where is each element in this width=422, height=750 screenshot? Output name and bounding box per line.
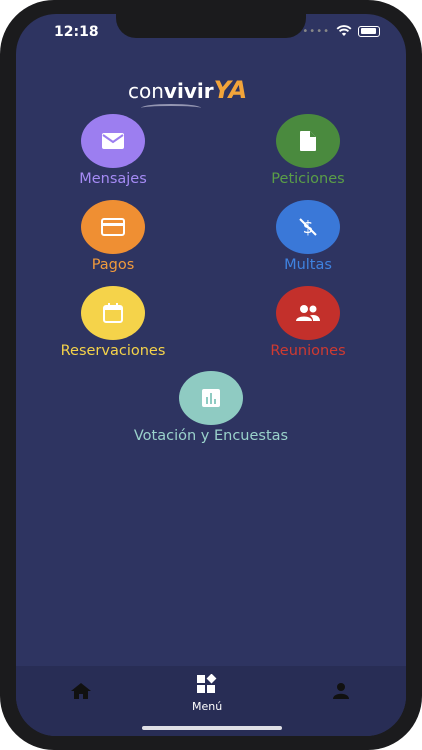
menu-item-multas[interactable]: $ Multas (233, 200, 383, 273)
home-icon (71, 683, 91, 699)
poll-icon (202, 389, 220, 407)
menu-item-peticiones[interactable]: Peticiones (233, 114, 383, 187)
votacion-label: Votación y Encuestas (133, 428, 289, 444)
app-screen: 12:18 •••• convivirYA Mensajes Peticione… (16, 14, 406, 736)
menu-item-reservaciones[interactable]: Reservaciones (38, 286, 188, 359)
menu-item-mensajes[interactable]: Mensajes (38, 114, 188, 187)
logo-text-vivir: vivir (163, 79, 214, 103)
multas-button[interactable]: $ (276, 200, 340, 254)
logo-text-con: con (128, 79, 164, 103)
document-icon (300, 131, 316, 151)
credit-card-icon (101, 218, 125, 236)
menu-item-votacion[interactable]: Votación y Encuestas (120, 371, 302, 444)
mensajes-label: Mensajes (79, 171, 147, 187)
mensajes-button[interactable] (81, 114, 145, 168)
logo-swoosh (141, 104, 201, 112)
pagos-label: Pagos (91, 257, 135, 273)
money-off-icon: $ (299, 218, 317, 238)
wifi-icon (336, 25, 352, 36)
peticiones-label: Peticiones (271, 171, 345, 187)
tab-profile[interactable] (332, 682, 350, 704)
people-icon (296, 305, 320, 321)
multas-label: Multas (284, 257, 332, 273)
home-indicator (142, 726, 282, 730)
menu-item-reuniones[interactable]: Reuniones (233, 286, 383, 359)
menu-item-pagos[interactable]: Pagos (38, 200, 188, 273)
pagos-button[interactable] (81, 200, 145, 254)
logo-text-ya: YA (213, 76, 248, 104)
tab-menu[interactable]: Menú (192, 673, 223, 713)
tab-menu-label: Menú (192, 700, 223, 713)
dashboard-icon (197, 673, 217, 693)
reuniones-button[interactable] (276, 286, 340, 340)
person-icon (333, 683, 349, 699)
status-time: 12:18 (54, 24, 99, 40)
device-notch (116, 14, 306, 38)
reservaciones-button[interactable] (81, 286, 145, 340)
phone-frame: 12:18 •••• convivirYA Mensajes Peticione… (0, 0, 422, 750)
tab-home[interactable] (70, 682, 92, 704)
calendar-icon (103, 303, 123, 323)
battery-icon (358, 25, 380, 37)
votacion-button[interactable] (179, 371, 243, 425)
peticiones-button[interactable] (276, 114, 340, 168)
mail-icon (102, 133, 124, 149)
status-icons: •••• (302, 25, 380, 37)
reuniones-label: Reuniones (270, 343, 346, 359)
reservaciones-label: Reservaciones (60, 343, 166, 359)
signal-icon: •••• (302, 25, 330, 37)
